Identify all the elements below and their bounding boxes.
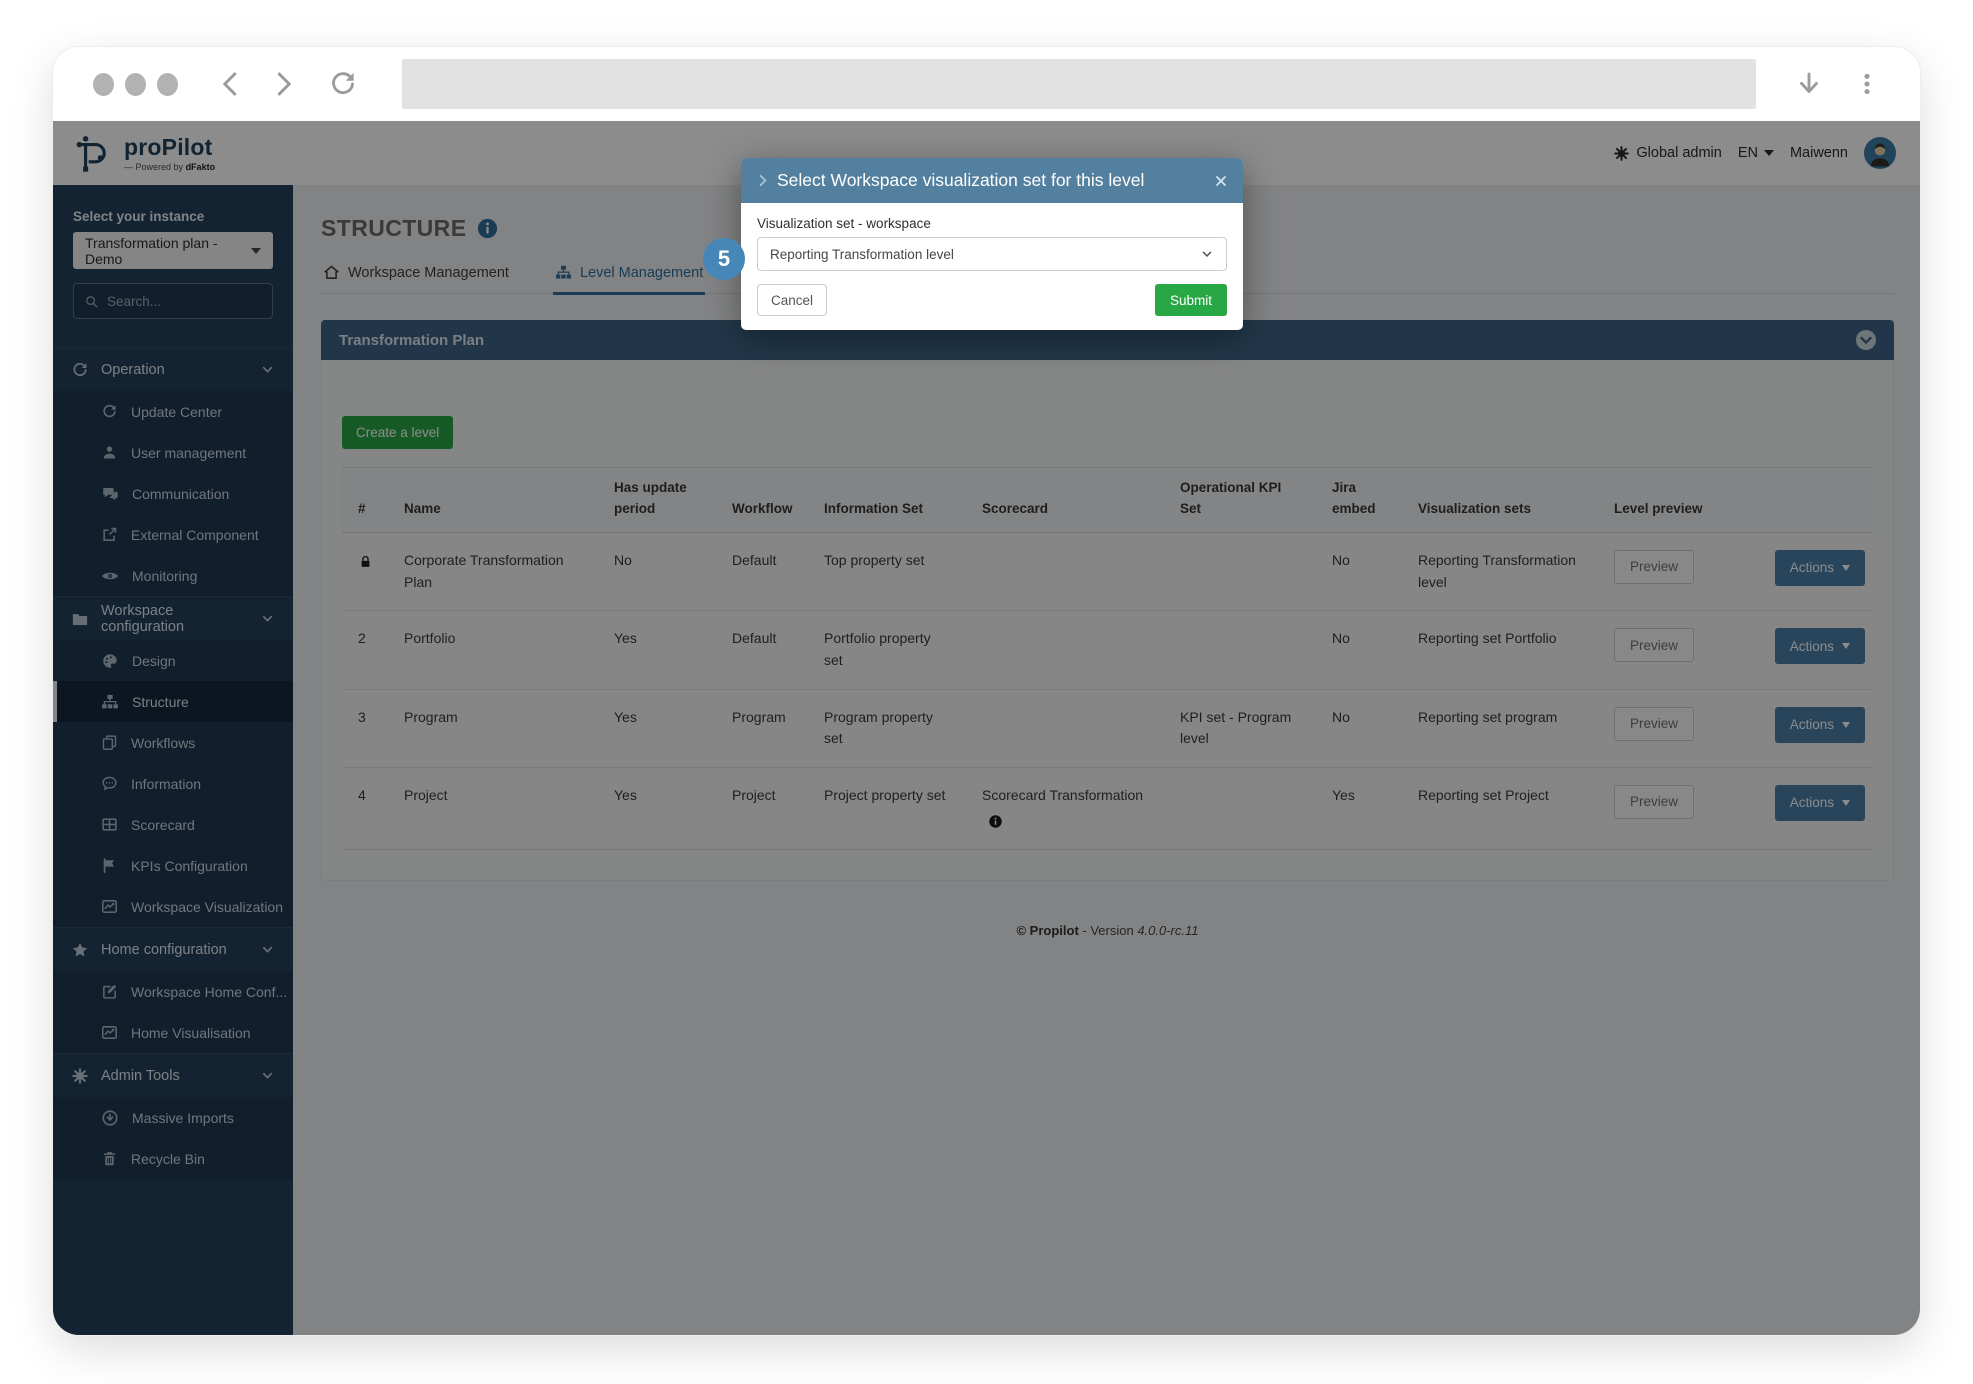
window-dot [125,73,146,96]
window-dot [157,73,178,96]
forward-icon[interactable] [268,69,298,99]
close-icon[interactable] [1213,173,1229,189]
modal-title-text: Select Workspace visualization set for t… [777,170,1144,191]
field-label: Visualization set - workspace [757,216,1227,231]
cancel-button[interactable]: Cancel [757,284,827,316]
kebab-menu-icon[interactable] [1854,71,1880,97]
window-dot [93,73,114,96]
traffic-light-dots [93,73,178,96]
browser-chrome [53,47,1920,121]
select-value: Reporting Transformation level [770,247,954,262]
modal-title: Select Workspace visualization set for t… [755,170,1213,191]
refresh-icon[interactable] [328,69,358,99]
visualization-set-select[interactable]: Reporting Transformation level [757,237,1227,271]
visualization-set-modal: Select Workspace visualization set for t… [741,158,1243,330]
back-icon[interactable] [216,69,246,99]
modal-header: Select Workspace visualization set for t… [741,158,1243,203]
chevron-down-icon [1200,247,1214,261]
download-icon[interactable] [1794,69,1824,99]
angle-right-icon [755,173,770,188]
url-bar[interactable] [402,59,1756,109]
step-5-badge: 5 [703,238,745,280]
submit-button[interactable]: Submit [1155,284,1227,316]
